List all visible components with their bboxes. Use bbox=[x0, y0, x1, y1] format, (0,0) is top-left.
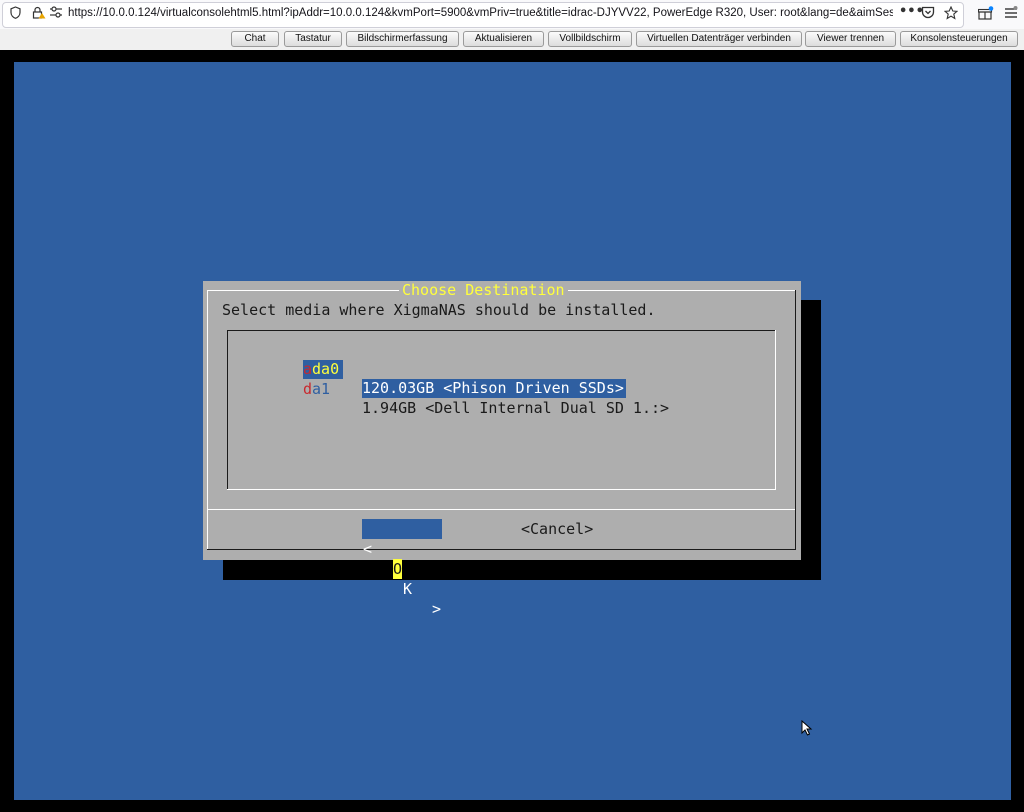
refresh-button[interactable]: Aktualisieren bbox=[463, 31, 544, 47]
screen-capture-button[interactable]: Bildschirmerfassung bbox=[346, 31, 459, 47]
device-row-ada0[interactable]: ada0 120.03GB <Phison Driven SSDs> bbox=[0, 341, 1024, 398]
listbox-border-bottom bbox=[227, 489, 776, 490]
fullscreen-button[interactable]: Vollbildschirm bbox=[548, 31, 632, 47]
extensions-icon[interactable] bbox=[977, 6, 994, 23]
dialog-border-right bbox=[795, 290, 796, 550]
disconnect-viewer-button[interactable]: Viewer trennen bbox=[805, 31, 896, 47]
shield-icon[interactable] bbox=[10, 6, 21, 22]
choose-destination-dialog bbox=[203, 281, 801, 560]
button-separator bbox=[208, 509, 795, 510]
cancel-button[interactable]: <Cancel> bbox=[521, 519, 593, 539]
connect-virtual-media-button[interactable]: Virtuellen Datenträger verbinden bbox=[636, 31, 802, 47]
device-description: 120.03GB <Phison Driven SSDs> bbox=[362, 379, 626, 398]
dialog-prompt: Select media where XigmaNAS should be in… bbox=[222, 301, 656, 319]
hamburger-menu-icon[interactable] bbox=[1004, 6, 1018, 22]
dialog-border-bottom bbox=[207, 549, 796, 550]
device-description: 1.94GB <Dell Internal Dual SD 1.:> bbox=[362, 399, 670, 417]
url-text[interactable]: https://10.0.0.124/virtualconsolehtml5.h… bbox=[68, 7, 893, 19]
keyboard-button[interactable]: Tastatur bbox=[284, 31, 342, 47]
browser-urlbar: https://10.0.0.124/virtualconsolehtml5.h… bbox=[0, 0, 1024, 30]
permissions-icon[interactable] bbox=[49, 6, 63, 21]
pocket-icon[interactable] bbox=[921, 6, 935, 22]
bookmark-star-icon[interactable] bbox=[943, 5, 959, 23]
console-controls-button[interactable]: Konsolensteuerungen bbox=[900, 31, 1018, 47]
listbox-border-top bbox=[227, 330, 776, 331]
dialog-title: Choose Destination bbox=[399, 281, 568, 299]
ok-button[interactable]: < O K > bbox=[362, 519, 442, 618]
device-tag: da1 bbox=[303, 380, 331, 398]
dialog-border-left bbox=[207, 290, 208, 550]
lock-warning-icon[interactable] bbox=[32, 6, 46, 22]
chat-button[interactable]: Chat bbox=[231, 31, 279, 47]
device-row-da1[interactable]: da1 1.94GB <Dell Internal Dual SD 1.:> bbox=[0, 361, 1024, 417]
mouse-pointer-icon bbox=[801, 720, 813, 736]
